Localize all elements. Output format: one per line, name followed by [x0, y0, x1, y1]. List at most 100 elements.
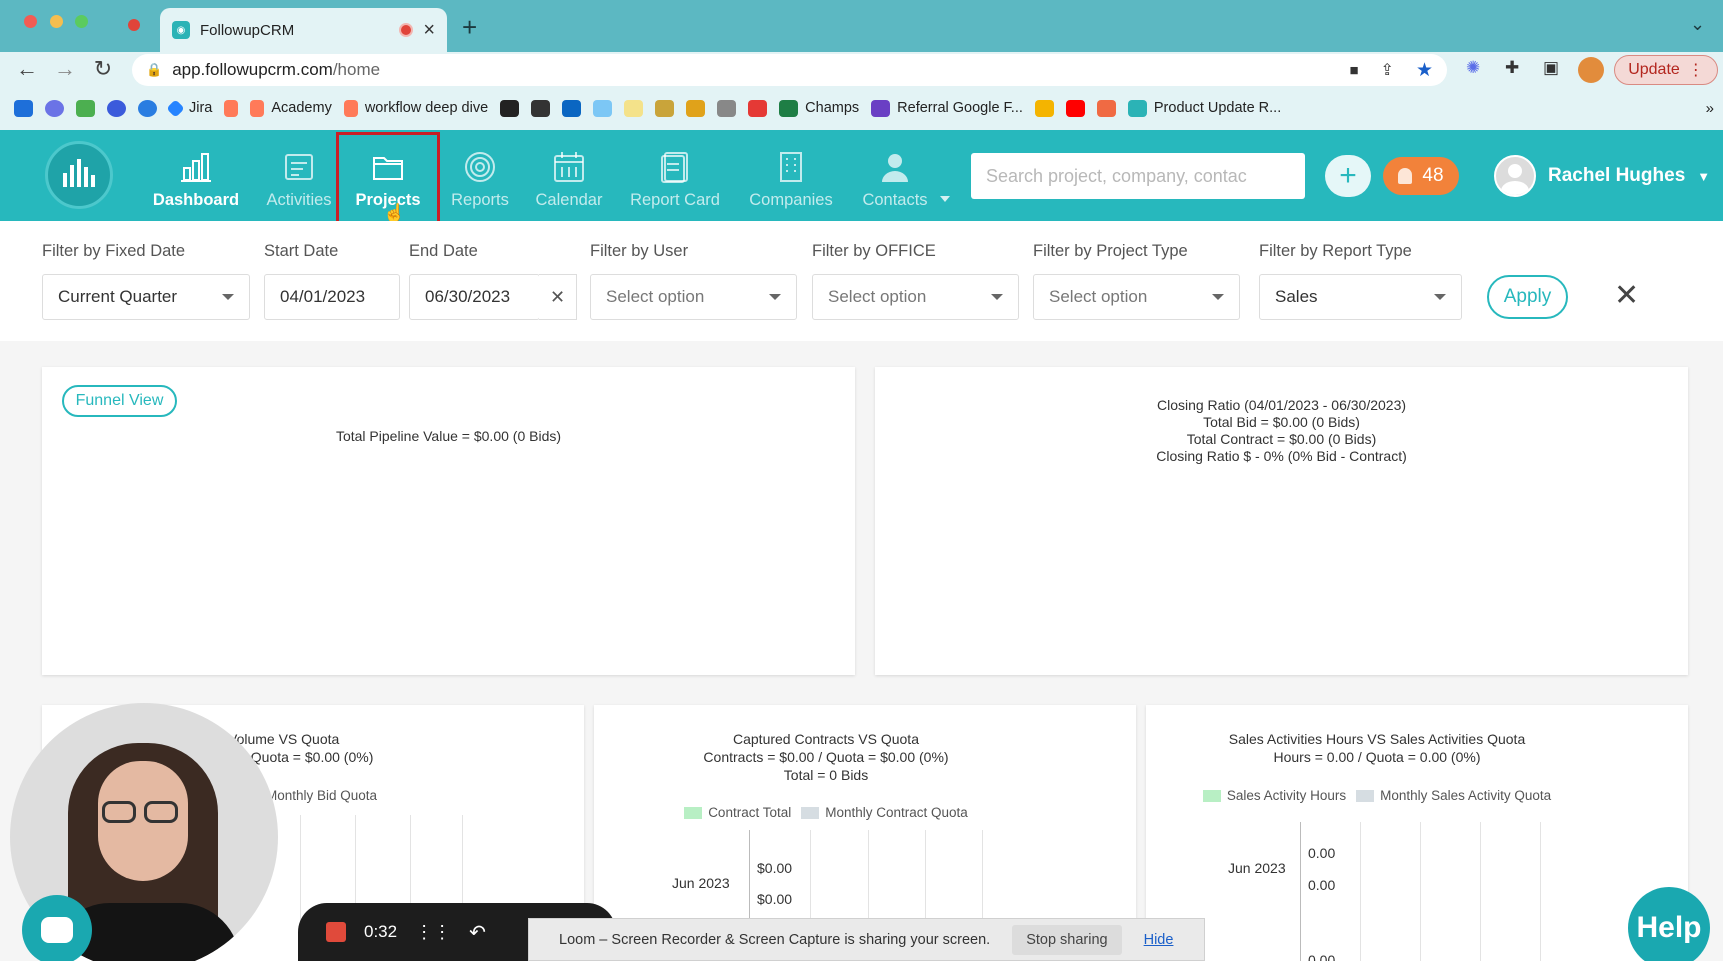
bookmark-flower-icon[interactable]	[45, 99, 64, 117]
address-bar[interactable]: 🔒 app.followupcrm.com /home ■ ⇪ ★	[132, 54, 1447, 86]
forward-icon[interactable]: →	[50, 56, 80, 82]
legend-contract-quota[interactable]: Monthly Contract Quota	[801, 805, 968, 820]
bookmark-send-icon[interactable]	[500, 99, 520, 117]
nav-contacts[interactable]: Contacts	[854, 143, 936, 219]
bookmark-champs[interactable]: Champs	[779, 99, 859, 117]
camera-icon[interactable]: ■	[1349, 62, 1358, 79]
nav-report-card[interactable]: Report Card	[624, 143, 726, 219]
bookmark-circle-icon[interactable]	[138, 99, 157, 117]
project-type-select[interactable]: Select option	[1033, 274, 1240, 320]
menu-dots-icon: ⋮	[1687, 62, 1704, 79]
closing-ratio-title: Closing Ratio (04/01/2023 - 06/30/2023)	[1156, 397, 1407, 413]
nav-dashboard[interactable]: Dashboard	[150, 143, 242, 219]
reload-icon[interactable]: ↻	[88, 56, 118, 82]
microscope-icon[interactable]	[717, 99, 737, 117]
logo-bars-icon	[63, 159, 95, 187]
apply-button[interactable]: Apply	[1487, 275, 1568, 319]
user-select[interactable]: Select option	[590, 274, 797, 320]
add-new-button[interactable]: +	[1325, 155, 1371, 197]
share-banner-text: Loom – Screen Recorder & Screen Capture …	[559, 931, 991, 948]
chrome-profile-avatar[interactable]	[1578, 57, 1604, 83]
help-button[interactable]: Help	[1628, 887, 1710, 961]
select-value: Select option	[606, 287, 705, 306]
fixed-date-select[interactable]: Current Quarter	[42, 274, 250, 320]
bookmark-image-icon[interactable]	[655, 99, 675, 117]
webcam-glasses	[102, 801, 136, 823]
stop-sharing-button[interactable]: Stop sharing	[1012, 924, 1122, 955]
start-date-input[interactable]: 04/01/2023	[264, 274, 400, 320]
extensions-puzzle-icon[interactable]: ✚	[1505, 58, 1519, 78]
nav-reports[interactable]: Reports	[442, 143, 518, 219]
end-date-input[interactable]: 06/30/2023	[409, 274, 540, 320]
bookmark-jira[interactable]: Jira	[166, 98, 212, 118]
office-select[interactable]: Select option	[812, 274, 1019, 320]
legend-label: Sales Activity Hours	[1226, 788, 1347, 803]
nav-activities[interactable]: Activities	[258, 143, 340, 219]
activities-icon	[285, 154, 313, 180]
hide-link[interactable]: Hide	[1144, 932, 1174, 948]
nav-companies[interactable]: Companies	[744, 143, 838, 219]
contracts-subtitle: Contracts = $0.00 / Quota = $0.00 (0%)	[703, 749, 949, 765]
legend-activity-quota[interactable]: Monthly Sales Activity Quota	[1356, 788, 1551, 803]
maximize-window-icon[interactable]	[75, 15, 88, 28]
update-button[interactable]: Update ⋮	[1614, 55, 1718, 85]
chat-button[interactable]	[22, 895, 92, 961]
tab-search-chevron-icon[interactable]: ⌄	[1690, 14, 1705, 35]
nav-label: Activities	[266, 191, 332, 209]
back-icon[interactable]: ←	[12, 56, 42, 82]
heart-icon[interactable]	[748, 99, 768, 117]
activities-y-label: Jun 2023	[1228, 860, 1286, 876]
bookmark-green-icon[interactable]	[76, 99, 95, 117]
bookmark-referral[interactable]: Referral Google F...	[871, 99, 1023, 117]
funnel-view-button[interactable]: Funnel View	[62, 385, 177, 417]
notifications-button[interactable]: 48	[1383, 157, 1459, 195]
bookmark-academy[interactable]: Academy	[250, 99, 332, 117]
axis-line	[1300, 822, 1301, 961]
bookmark-label: Academy	[271, 100, 332, 116]
extension-flower-icon[interactable]: ✺	[1466, 58, 1480, 78]
user-avatar	[1494, 155, 1536, 197]
youtube-icon[interactable]	[1065, 99, 1085, 117]
share-icon[interactable]: ⇪	[1381, 60, 1394, 80]
bookmark-graduation-icon[interactable]	[531, 99, 551, 117]
bookmark-star-icon[interactable]: ★	[1416, 59, 1433, 82]
legend-activity-hours[interactable]: Sales Activity Hours	[1202, 788, 1347, 803]
side-panel-icon[interactable]: ▣	[1543, 58, 1559, 78]
global-search-input[interactable]	[971, 153, 1305, 199]
hubspot-icon[interactable]	[224, 99, 239, 117]
browser-tab[interactable]: ◉ FollowupCRM ×	[160, 8, 447, 52]
tab-close-icon[interactable]: ×	[423, 19, 435, 42]
nav-calendar[interactable]: Calendar	[532, 143, 606, 219]
close-icon[interactable]: ✕	[1614, 278, 1639, 313]
google-drive-icon[interactable]	[1034, 99, 1054, 117]
bookmark-c-icon[interactable]	[107, 99, 126, 117]
bar-chart-icon	[181, 153, 211, 182]
legend-contract-total[interactable]: Contract Total	[684, 805, 791, 820]
bookmark-hand-icon[interactable]	[624, 99, 644, 117]
followupcrm-favicon-icon: ◉	[172, 21, 190, 39]
user-name: Rachel Hughes	[1548, 165, 1686, 186]
linkedin-icon[interactable]	[562, 99, 582, 117]
new-tab-icon[interactable]: +	[462, 12, 477, 43]
followupcrm-favicon-icon	[1127, 99, 1147, 117]
bookmark-product-update[interactable]: Product Update R...	[1127, 99, 1281, 117]
trophy-icon[interactable]	[686, 99, 706, 117]
user-menu[interactable]: Rachel Hughes ▼	[1494, 155, 1710, 197]
minimize-window-icon[interactable]	[50, 15, 63, 28]
more-bookmarks-icon[interactable]: »	[1706, 100, 1714, 117]
recording-indicator-icon	[128, 19, 140, 31]
screen-share-banner: Loom – Screen Recorder & Screen Capture …	[528, 918, 1205, 961]
report-type-select[interactable]: Sales	[1259, 274, 1462, 320]
grid-dots-icon[interactable]: ⋮⋮	[415, 922, 451, 943]
undo-icon[interactable]: ↶	[469, 920, 486, 945]
clear-end-date-icon[interactable]: ✕	[539, 274, 577, 320]
close-window-icon[interactable]	[24, 15, 37, 28]
followupcrm-logo[interactable]	[45, 141, 113, 209]
bookmark-workflow[interactable]: workflow deep dive	[343, 99, 488, 117]
stop-recording-icon[interactable]	[326, 922, 346, 942]
bookmark-arc-icon[interactable]	[1096, 99, 1116, 117]
bookmark-gem-icon[interactable]	[593, 99, 613, 117]
outlook-bookmark-icon[interactable]	[14, 99, 33, 117]
contacts-dropdown-caret-icon[interactable]	[940, 196, 950, 202]
legend-swatch	[684, 807, 703, 820]
